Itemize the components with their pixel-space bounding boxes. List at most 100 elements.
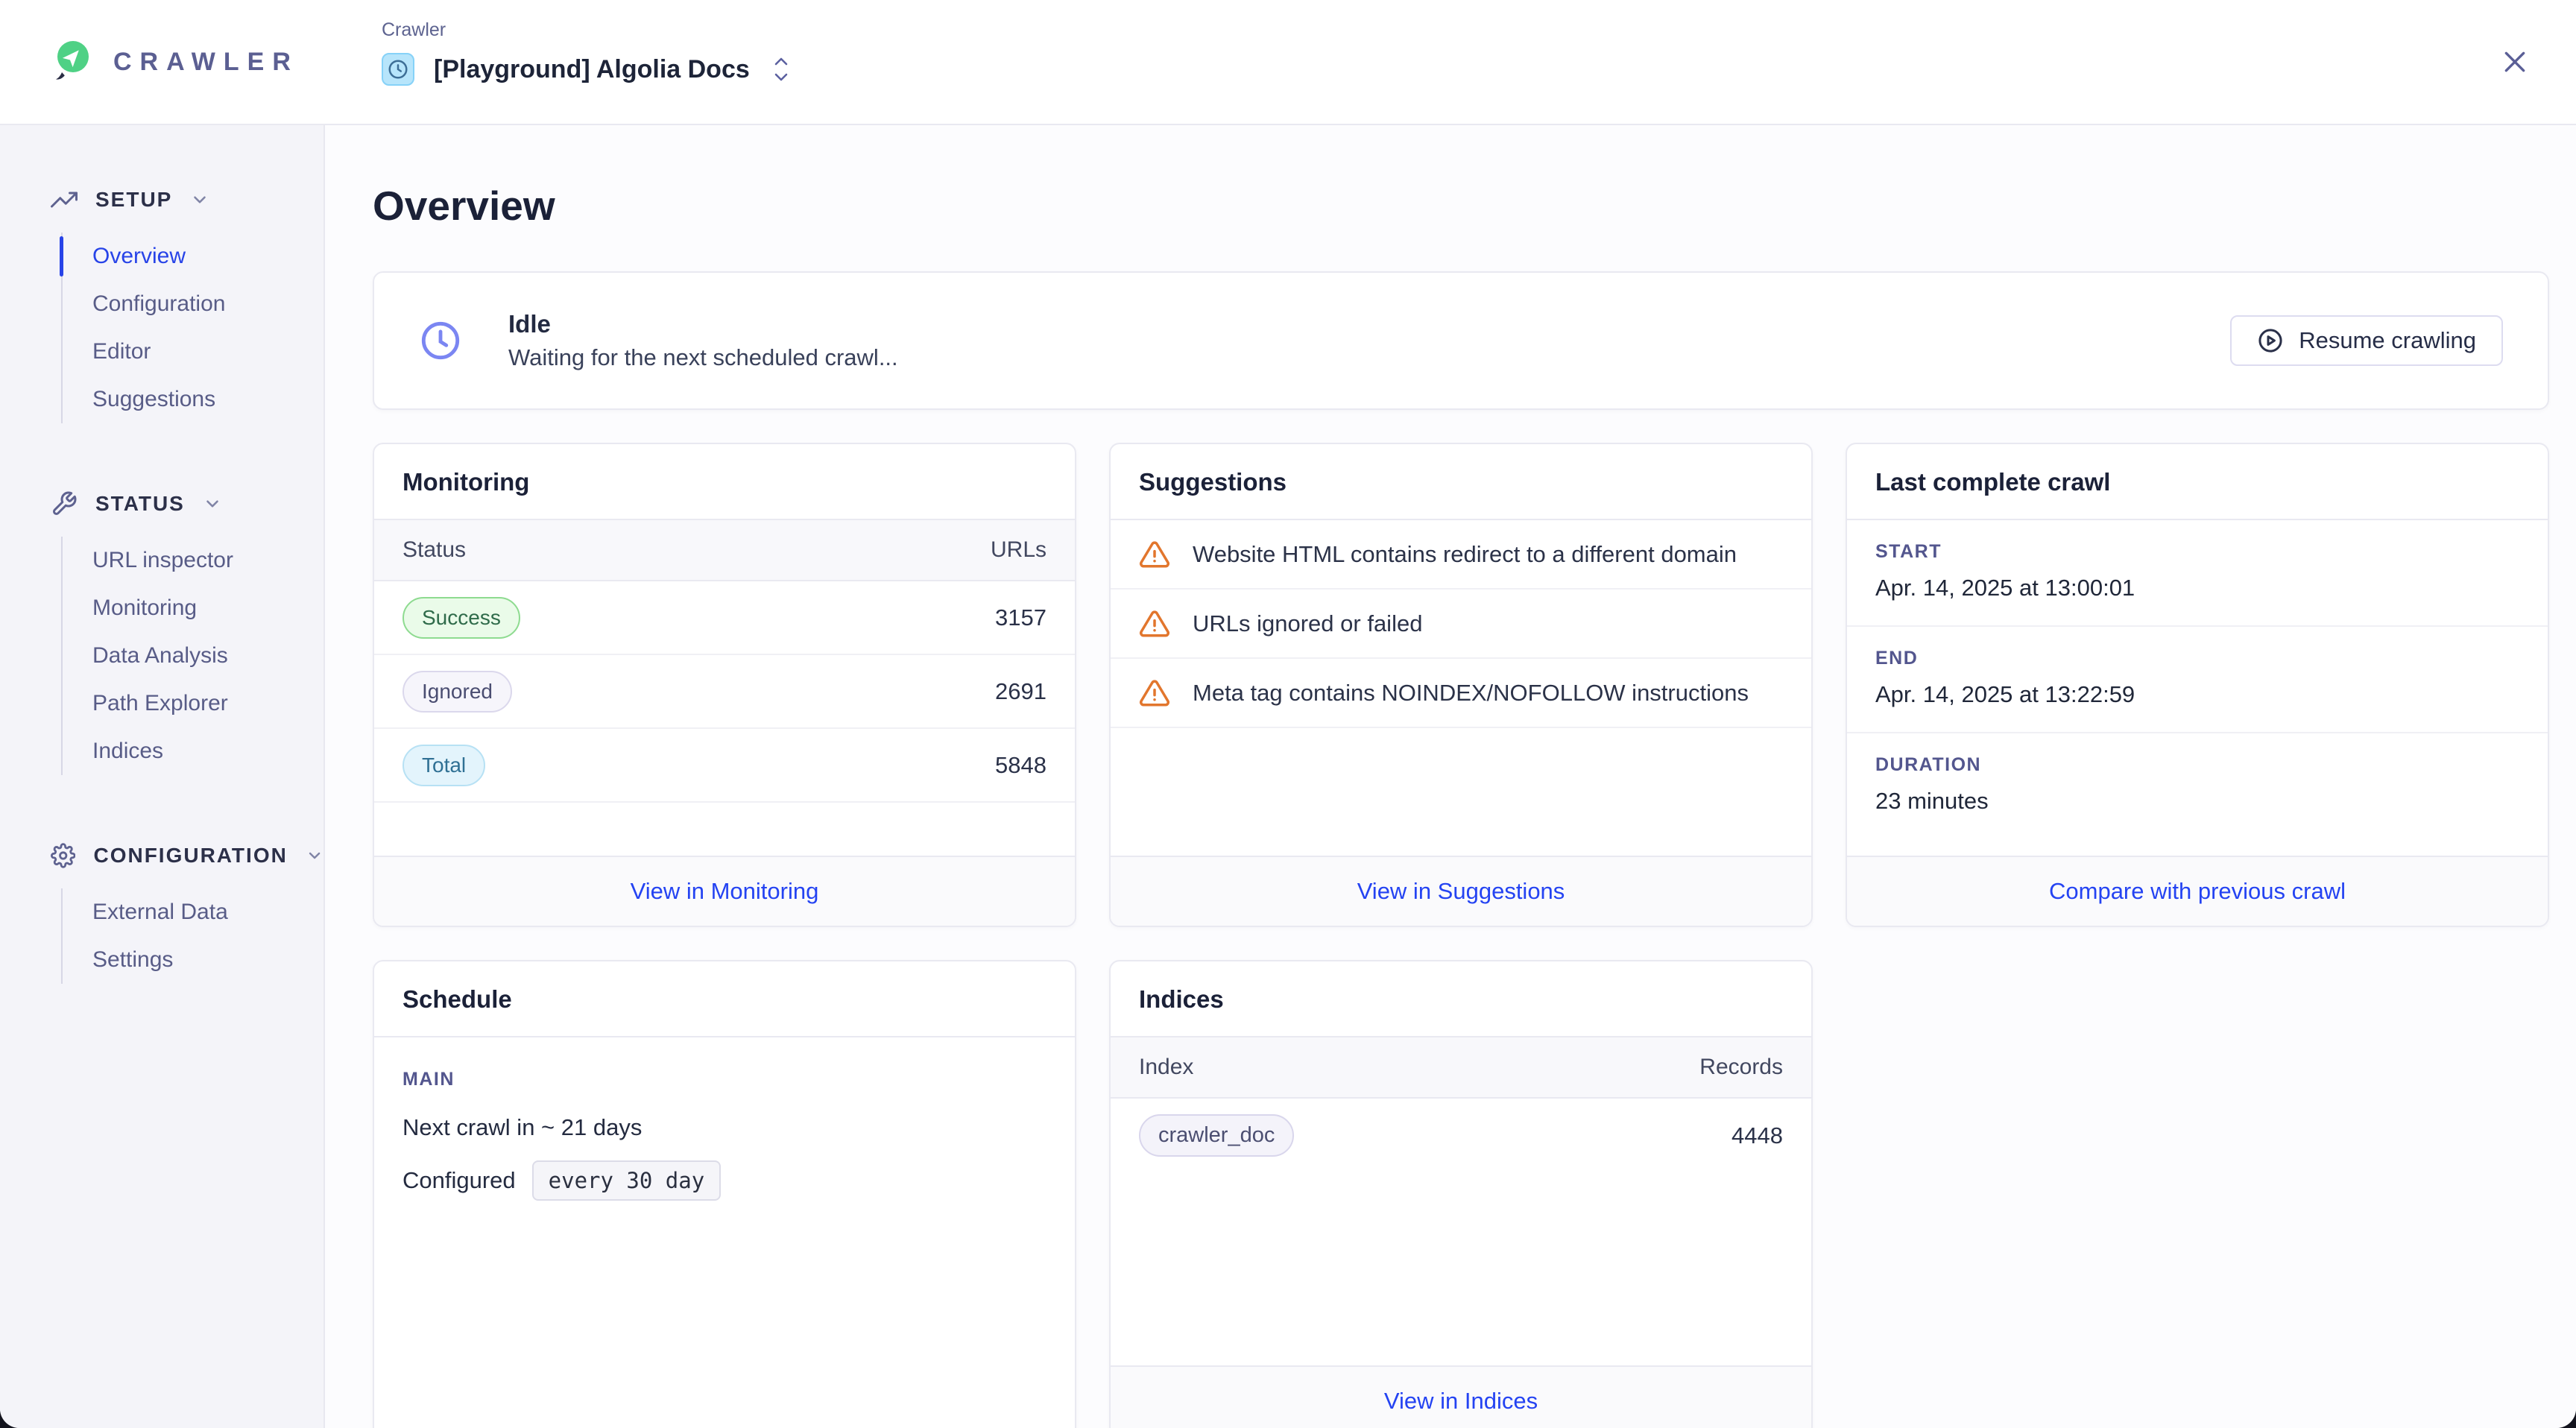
success-url-count: 3157 — [995, 604, 1046, 631]
indices-col-records: Records — [1699, 1055, 1783, 1080]
last-crawl-end: END Apr. 14, 2025 at 13:22:59 — [1847, 627, 2548, 733]
monitoring-table-header: Status URLs — [374, 520, 1075, 581]
sidebar-item-external-data[interactable]: External Data — [63, 888, 323, 936]
sidebar-item-monitoring[interactable]: Monitoring — [63, 584, 323, 632]
indices-card-footer: View in Indices — [1111, 1365, 1811, 1428]
crawler-app-window: CRAWLER Crawler [Playground] Algolia Doc… — [0, 0, 2576, 1428]
selector-chevrons-icon — [772, 57, 790, 82]
crawler-clock-chip-icon — [382, 53, 414, 86]
indices-table-header: Index Records — [1111, 1037, 1811, 1099]
ignored-url-count: 2691 — [995, 678, 1046, 705]
suggestion-text: Website HTML contains redirect to a diff… — [1193, 541, 1737, 568]
monitoring-card: Monitoring Status URLs Success 3157 Igno… — [373, 443, 1076, 927]
suggestions-card-footer: View in Suggestions — [1111, 856, 1811, 926]
sidebar-item-url-inspector[interactable]: URL inspector — [63, 537, 323, 584]
play-circle-icon — [2257, 327, 2284, 354]
main-content: Overview Idle Waiting for the next sched… — [325, 125, 2576, 1428]
resume-crawling-label: Resume crawling — [2299, 327, 2476, 354]
crawler-logo-icon — [52, 40, 94, 83]
end-label: END — [1875, 648, 2519, 669]
list-item[interactable]: Meta tag contains NOINDEX/NOFOLLOW instr… — [1111, 659, 1811, 728]
schedule-main-label: MAIN — [402, 1069, 1046, 1090]
status-badge-total: Total — [402, 745, 485, 786]
breadcrumb: Crawler [Playground] Algolia Docs — [382, 19, 790, 86]
next-crawl-text: Next crawl in ~ 21 days — [402, 1114, 1046, 1141]
list-item[interactable]: URLs ignored or failed — [1111, 590, 1811, 659]
idle-clock-icon — [419, 319, 462, 362]
suggestions-card: Suggestions Website HTML contains redire… — [1109, 443, 1813, 927]
chevron-down-icon — [190, 190, 209, 209]
last-crawl-start: START Apr. 14, 2025 at 13:00:01 — [1847, 520, 2548, 627]
warning-triangle-icon — [1139, 608, 1170, 639]
view-in-indices-link[interactable]: View in Indices — [1384, 1388, 1538, 1415]
sidebar-section-setup: SETUP Overview Configuration Editor Sugg… — [0, 183, 323, 423]
view-in-suggestions-link[interactable]: View in Suggestions — [1357, 878, 1565, 905]
sidebar-section-configuration-header[interactable]: CONFIGURATION — [0, 839, 323, 872]
indices-card: Indices Index Records crawler_doc 4448 V… — [1109, 960, 1813, 1428]
brand-wordmark: CRAWLER — [113, 48, 299, 77]
last-crawl-card-footer: Compare with previous crawl — [1847, 856, 2548, 926]
table-row: crawler_doc 4448 — [1111, 1099, 1811, 1172]
crawler-status-title: Idle — [508, 310, 898, 338]
list-item[interactable]: Website HTML contains redirect to a diff… — [1111, 520, 1811, 590]
index-record-count: 4448 — [1731, 1122, 1783, 1149]
schedule-card: Schedule MAIN Next crawl in ~ 21 days Co… — [373, 960, 1076, 1428]
sidebar-item-overview[interactable]: Overview — [63, 233, 323, 280]
configured-label: Configured — [402, 1167, 516, 1194]
sidebar-item-suggestions[interactable]: Suggestions — [63, 376, 323, 423]
sidebar: SETUP Overview Configuration Editor Sugg… — [0, 125, 325, 1428]
sidebar-item-configuration[interactable]: Configuration — [63, 280, 323, 328]
total-url-count: 5848 — [995, 752, 1046, 779]
suggestions-card-title: Suggestions — [1139, 468, 1287, 496]
warning-triangle-icon — [1139, 539, 1170, 570]
last-crawl-card-title: Last complete crawl — [1875, 468, 2110, 496]
warning-triangle-icon — [1139, 677, 1170, 709]
sidebar-section-status: STATUS URL inspector Monitoring Data Ana… — [0, 487, 323, 775]
sidebar-item-settings[interactable]: Settings — [63, 936, 323, 984]
status-badge-success: Success — [402, 597, 520, 639]
wrench-icon — [51, 490, 78, 517]
start-value: Apr. 14, 2025 at 13:00:01 — [1875, 575, 2519, 601]
monitoring-card-footer: View in Monitoring — [374, 856, 1075, 926]
chevron-down-icon — [306, 846, 323, 865]
monitoring-card-title: Monitoring — [402, 468, 529, 496]
page-title: Overview — [373, 182, 2549, 230]
status-badge-ignored: Ignored — [402, 671, 512, 713]
view-in-monitoring-link[interactable]: View in Monitoring — [631, 878, 819, 905]
sidebar-item-indices[interactable]: Indices — [63, 727, 323, 775]
sidebar-item-data-analysis[interactable]: Data Analysis — [63, 632, 323, 680]
sidebar-item-path-explorer[interactable]: Path Explorer — [63, 680, 323, 727]
sidebar-item-editor[interactable]: Editor — [63, 328, 323, 376]
sidebar-section-configuration: CONFIGURATION External Data Settings — [0, 839, 323, 984]
sidebar-section-setup-header[interactable]: SETUP — [0, 183, 323, 216]
breadcrumb-app-label: Crawler — [382, 19, 790, 41]
close-icon[interactable] — [2497, 44, 2533, 80]
crawler-name: [Playground] Algolia Docs — [434, 55, 750, 84]
resume-crawling-button[interactable]: Resume crawling — [2230, 315, 2503, 366]
indices-card-title: Indices — [1139, 985, 1224, 1013]
sidebar-section-status-header[interactable]: STATUS — [0, 487, 323, 520]
brand-logo: CRAWLER — [52, 40, 299, 83]
compare-previous-crawl-link[interactable]: Compare with previous crawl — [2049, 878, 2346, 905]
schedule-card-title: Schedule — [402, 985, 512, 1013]
last-crawl-duration: DURATION 23 minutes — [1847, 733, 2548, 838]
table-row: Total 5848 — [374, 729, 1075, 803]
last-crawl-card: Last complete crawl START Apr. 14, 2025 … — [1846, 443, 2549, 927]
monitoring-col-urls: URLs — [991, 537, 1046, 563]
table-row: Success 3157 — [374, 581, 1075, 655]
duration-value: 23 minutes — [1875, 788, 2519, 815]
top-header: CRAWLER Crawler [Playground] Algolia Doc… — [0, 0, 2576, 125]
duration-label: DURATION — [1875, 754, 2519, 776]
screen-backdrop: CRAWLER Crawler [Playground] Algolia Doc… — [0, 0, 2576, 1428]
index-name-badge[interactable]: crawler_doc — [1139, 1114, 1294, 1157]
end-value: Apr. 14, 2025 at 13:22:59 — [1875, 681, 2519, 708]
schedule-interval-chip: every 30 day — [532, 1160, 722, 1201]
suggestion-text: URLs ignored or failed — [1193, 610, 1422, 637]
chevron-down-icon — [203, 494, 222, 514]
trending-up-icon — [51, 186, 78, 213]
crawler-status-message: Waiting for the next scheduled crawl... — [508, 344, 898, 371]
table-row: Ignored 2691 — [374, 655, 1075, 729]
crawler-status-banner: Idle Waiting for the next scheduled craw… — [373, 271, 2549, 410]
suggestion-text: Meta tag contains NOINDEX/NOFOLLOW instr… — [1193, 680, 1749, 707]
crawler-selector[interactable]: [Playground] Algolia Docs — [382, 53, 790, 86]
